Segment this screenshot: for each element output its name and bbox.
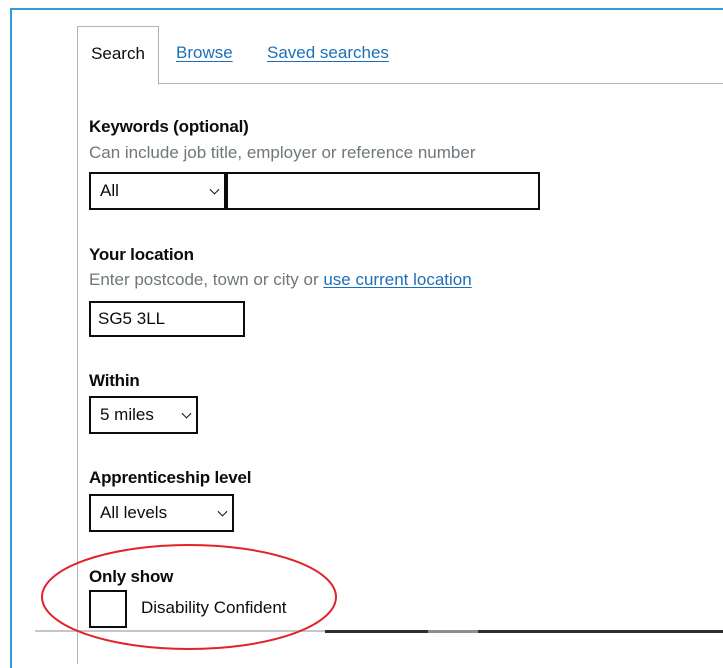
use-current-location-link[interactable]: use current location [323,270,471,289]
divider-dark-right [478,630,723,633]
chevron-down-icon [181,408,192,419]
tab-saved-searches[interactable]: Saved searches [267,26,389,84]
within-select[interactable]: 5 miles [89,396,198,434]
within-label: Within [89,371,140,390]
apprenticeship-level-value: All levels [100,503,168,522]
keywords-scope-select[interactable]: All [89,172,226,210]
keywords-label: Keywords (optional) [89,117,249,136]
tab-search[interactable]: Search [77,26,159,85]
keywords-input[interactable] [226,172,540,210]
tab-browse-label[interactable]: Browse [176,43,233,62]
keywords-hint: Can include job title, employer or refer… [89,143,476,162]
chevron-down-icon [209,184,220,195]
tab-saved-searches-label[interactable]: Saved searches [267,43,389,62]
location-label: Your location [89,245,194,264]
tab-browse[interactable]: Browse [176,26,233,84]
divider-mid [428,630,478,633]
within-select-value: 5 miles [100,405,154,424]
divider-dark-left [325,630,428,633]
chevron-down-icon [217,506,228,517]
location-input[interactable]: SG5 3LL [89,301,245,337]
apprenticeship-level-label: Apprenticeship level [89,468,252,487]
location-hint: Enter postcode, town or city or use curr… [89,270,472,290]
search-tabs: Search Browse Saved searches [77,26,723,85]
annotation-ellipse [41,544,337,650]
location-input-value: SG5 3LL [98,309,166,328]
tab-search-label: Search [91,44,145,63]
keywords-scope-value: All [100,181,119,200]
apprenticeship-level-select[interactable]: All levels [89,494,234,532]
location-hint-text: Enter postcode, town or city or [89,270,324,289]
